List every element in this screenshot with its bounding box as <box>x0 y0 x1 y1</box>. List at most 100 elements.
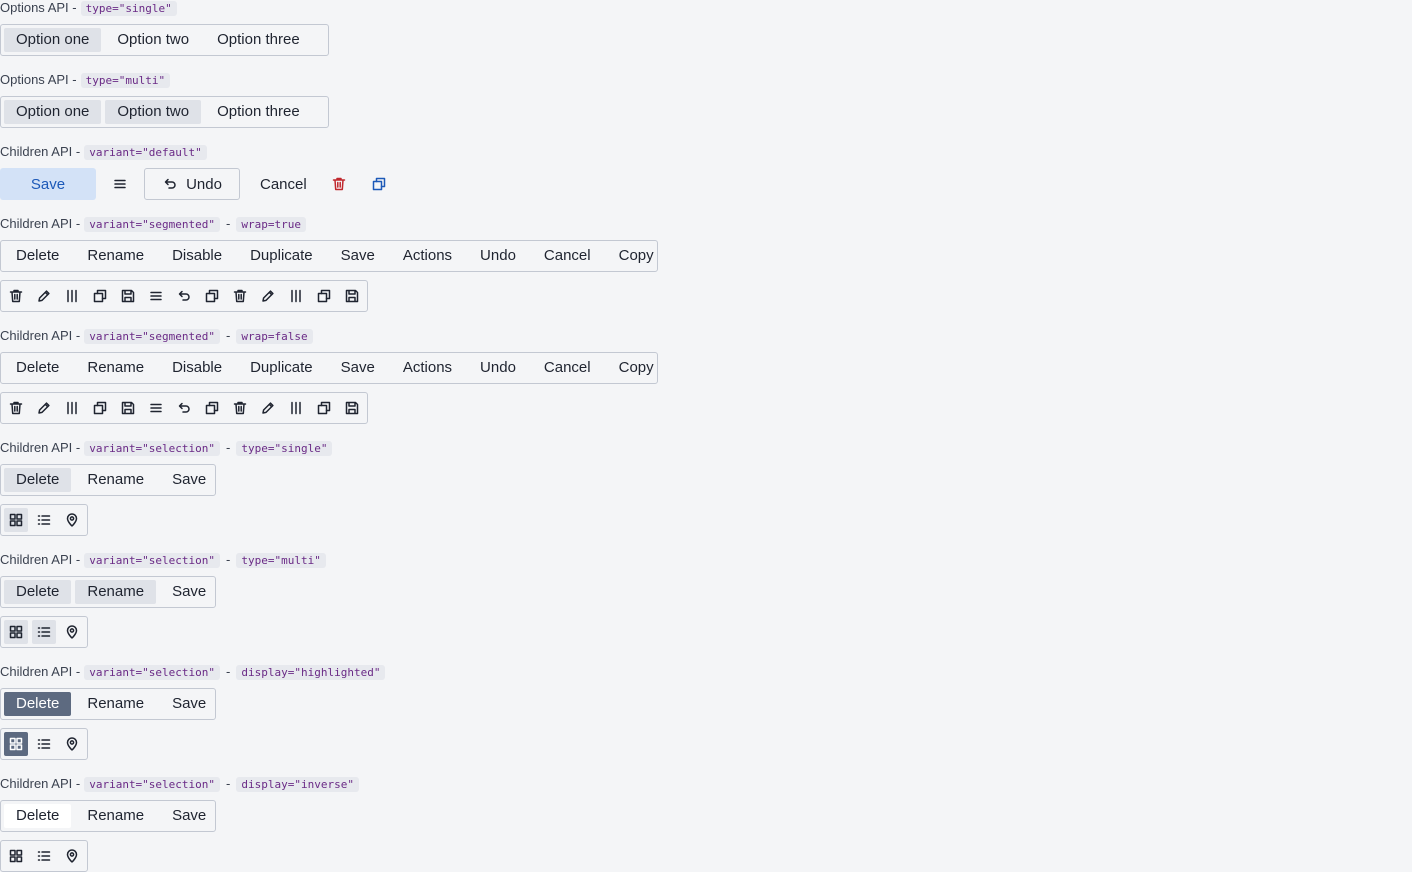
columns-segment-icon-button[interactable] <box>284 284 308 308</box>
save-button[interactable]: Save <box>0 168 96 200</box>
cancel-segment-button[interactable]: Cancel <box>532 244 603 268</box>
copy-icon <box>93 401 107 415</box>
copy-segment-icon-button[interactable] <box>88 284 112 308</box>
separator: - <box>226 216 231 231</box>
grid-selection-icon-button[interactable] <box>4 508 28 532</box>
undo-segment-button[interactable]: Undo <box>468 356 528 380</box>
disable-segment-button[interactable]: Disable <box>160 356 234 380</box>
copy-segment-icon-button[interactable] <box>200 396 224 420</box>
save-segment-icon-button[interactable] <box>116 284 140 308</box>
grid-selection-icon-button[interactable] <box>4 620 28 644</box>
columns-segment-icon-button[interactable] <box>60 396 84 420</box>
menu-segment-icon-button[interactable] <box>144 396 168 420</box>
code-snippet: type="multi" <box>80 73 171 88</box>
rename-selection-button[interactable]: Rename <box>75 468 156 492</box>
save-segment-button[interactable]: Save <box>329 356 387 380</box>
rename-segment-button[interactable]: Rename <box>75 356 156 380</box>
separator: - <box>226 776 231 791</box>
save-selection-button[interactable]: Save <box>160 804 218 828</box>
pencil-segment-icon-button[interactable] <box>256 396 280 420</box>
delete-segment-button[interactable]: Delete <box>4 356 71 380</box>
rename-segment-button[interactable]: Rename <box>75 244 156 268</box>
columns-segment-icon-button[interactable] <box>60 284 84 308</box>
separator: - <box>226 328 231 343</box>
undo-button[interactable]: Undo <box>144 168 240 200</box>
code-snippet: type="single" <box>236 441 333 456</box>
trash-segment-icon-button[interactable] <box>4 284 28 308</box>
copy-segment-button[interactable]: Copy <box>607 356 666 380</box>
delete-selection-button[interactable]: Delete <box>4 468 72 492</box>
selection-icons-inverse <box>0 840 88 872</box>
copy-segment-icon-button[interactable] <box>88 396 112 420</box>
save-selection-button[interactable]: Save <box>160 692 218 716</box>
segmented-icons-wrap-true <box>0 280 368 312</box>
option-two[interactable]: Option two <box>105 28 201 52</box>
copy-segment-icon-button[interactable] <box>312 284 336 308</box>
separator: - <box>226 552 231 567</box>
delete-button[interactable] <box>323 168 355 200</box>
option-three[interactable]: Option three <box>205 28 312 52</box>
save-segment-button[interactable]: Save <box>329 244 387 268</box>
delete-selection-button[interactable]: Delete <box>4 692 72 716</box>
copy-segment-button[interactable]: Copy <box>607 244 666 268</box>
copy-button[interactable] <box>363 168 395 200</box>
label-selection-inverse: Children API - variant="selection" - displa… <box>0 776 359 792</box>
menu-segment-icon-button[interactable] <box>144 284 168 308</box>
grid-selection-icon-button[interactable] <box>4 844 28 868</box>
rename-selection-button[interactable]: Rename <box>75 804 156 828</box>
cancel-button[interactable]: Cancel <box>248 168 319 200</box>
option-three[interactable]: Option three <box>205 100 312 124</box>
selection-text-inverse: Delete Rename Save <box>0 800 216 832</box>
option-one[interactable]: Option one <box>4 28 102 52</box>
duplicate-segment-button[interactable]: Duplicate <box>238 356 325 380</box>
code-snippet: variant="selection" <box>84 665 221 680</box>
save-selection-button[interactable]: Save <box>160 468 218 492</box>
list-selection-icon-button[interactable] <box>32 508 56 532</box>
trash-segment-icon-button[interactable] <box>4 396 28 420</box>
label-selection-multi: Children API - variant="selection" - type="… <box>0 552 326 568</box>
default-button-row: Save Undo Cancel <box>0 168 395 200</box>
list-selection-icon-button[interactable] <box>32 844 56 868</box>
location-selection-icon-button[interactable] <box>60 620 84 644</box>
menu-button[interactable] <box>104 168 136 200</box>
save-segment-icon-button[interactable] <box>340 284 364 308</box>
grid-icon <box>9 625 23 639</box>
rename-selection-button[interactable]: Rename <box>75 580 157 604</box>
actions-segment-button[interactable]: Actions <box>391 356 464 380</box>
save-segment-icon-button[interactable] <box>340 396 364 420</box>
copy-segment-icon-button[interactable] <box>312 396 336 420</box>
pencil-segment-icon-button[interactable] <box>32 284 56 308</box>
option-one[interactable]: Option one <box>4 100 102 124</box>
undo-segment-button[interactable]: Undo <box>468 244 528 268</box>
pencil-segment-icon-button[interactable] <box>32 396 56 420</box>
undo-segment-icon-button[interactable] <box>172 396 196 420</box>
delete-segment-button[interactable]: Delete <box>4 244 71 268</box>
duplicate-segment-button[interactable]: Duplicate <box>238 244 325 268</box>
list-selection-icon-button[interactable] <box>32 620 56 644</box>
option-two[interactable]: Option two <box>105 100 202 124</box>
api-label: Children API - <box>0 552 81 567</box>
segmented-text-wrap-false: Delete Rename Disable Duplicate Save Actions U… <box>0 352 658 384</box>
trash-segment-icon-button[interactable] <box>228 396 252 420</box>
delete-selection-button[interactable]: Delete <box>4 580 72 604</box>
columns-segment-icon-button[interactable] <box>284 396 308 420</box>
grid-selection-icon-button[interactable] <box>4 732 28 756</box>
save-segment-icon-button[interactable] <box>116 396 140 420</box>
save-selection-button[interactable]: Save <box>160 580 218 604</box>
trash-icon <box>233 289 247 303</box>
copy-segment-icon-button[interactable] <box>200 284 224 308</box>
list-selection-icon-button[interactable] <box>32 732 56 756</box>
rename-selection-button[interactable]: Rename <box>75 692 156 716</box>
disable-segment-button[interactable]: Disable <box>160 244 234 268</box>
location-selection-icon-button[interactable] <box>60 508 84 532</box>
pencil-segment-icon-button[interactable] <box>256 284 280 308</box>
delete-selection-button[interactable]: Delete <box>4 804 72 828</box>
actions-segment-button[interactable]: Actions <box>391 244 464 268</box>
api-label: Children API - <box>0 216 81 231</box>
trash-segment-icon-button[interactable] <box>228 284 252 308</box>
undo-segment-icon-button[interactable] <box>172 284 196 308</box>
location-selection-icon-button[interactable] <box>60 732 84 756</box>
location-selection-icon-button[interactable] <box>60 844 84 868</box>
menu-icon <box>150 403 162 413</box>
cancel-segment-button[interactable]: Cancel <box>532 356 603 380</box>
